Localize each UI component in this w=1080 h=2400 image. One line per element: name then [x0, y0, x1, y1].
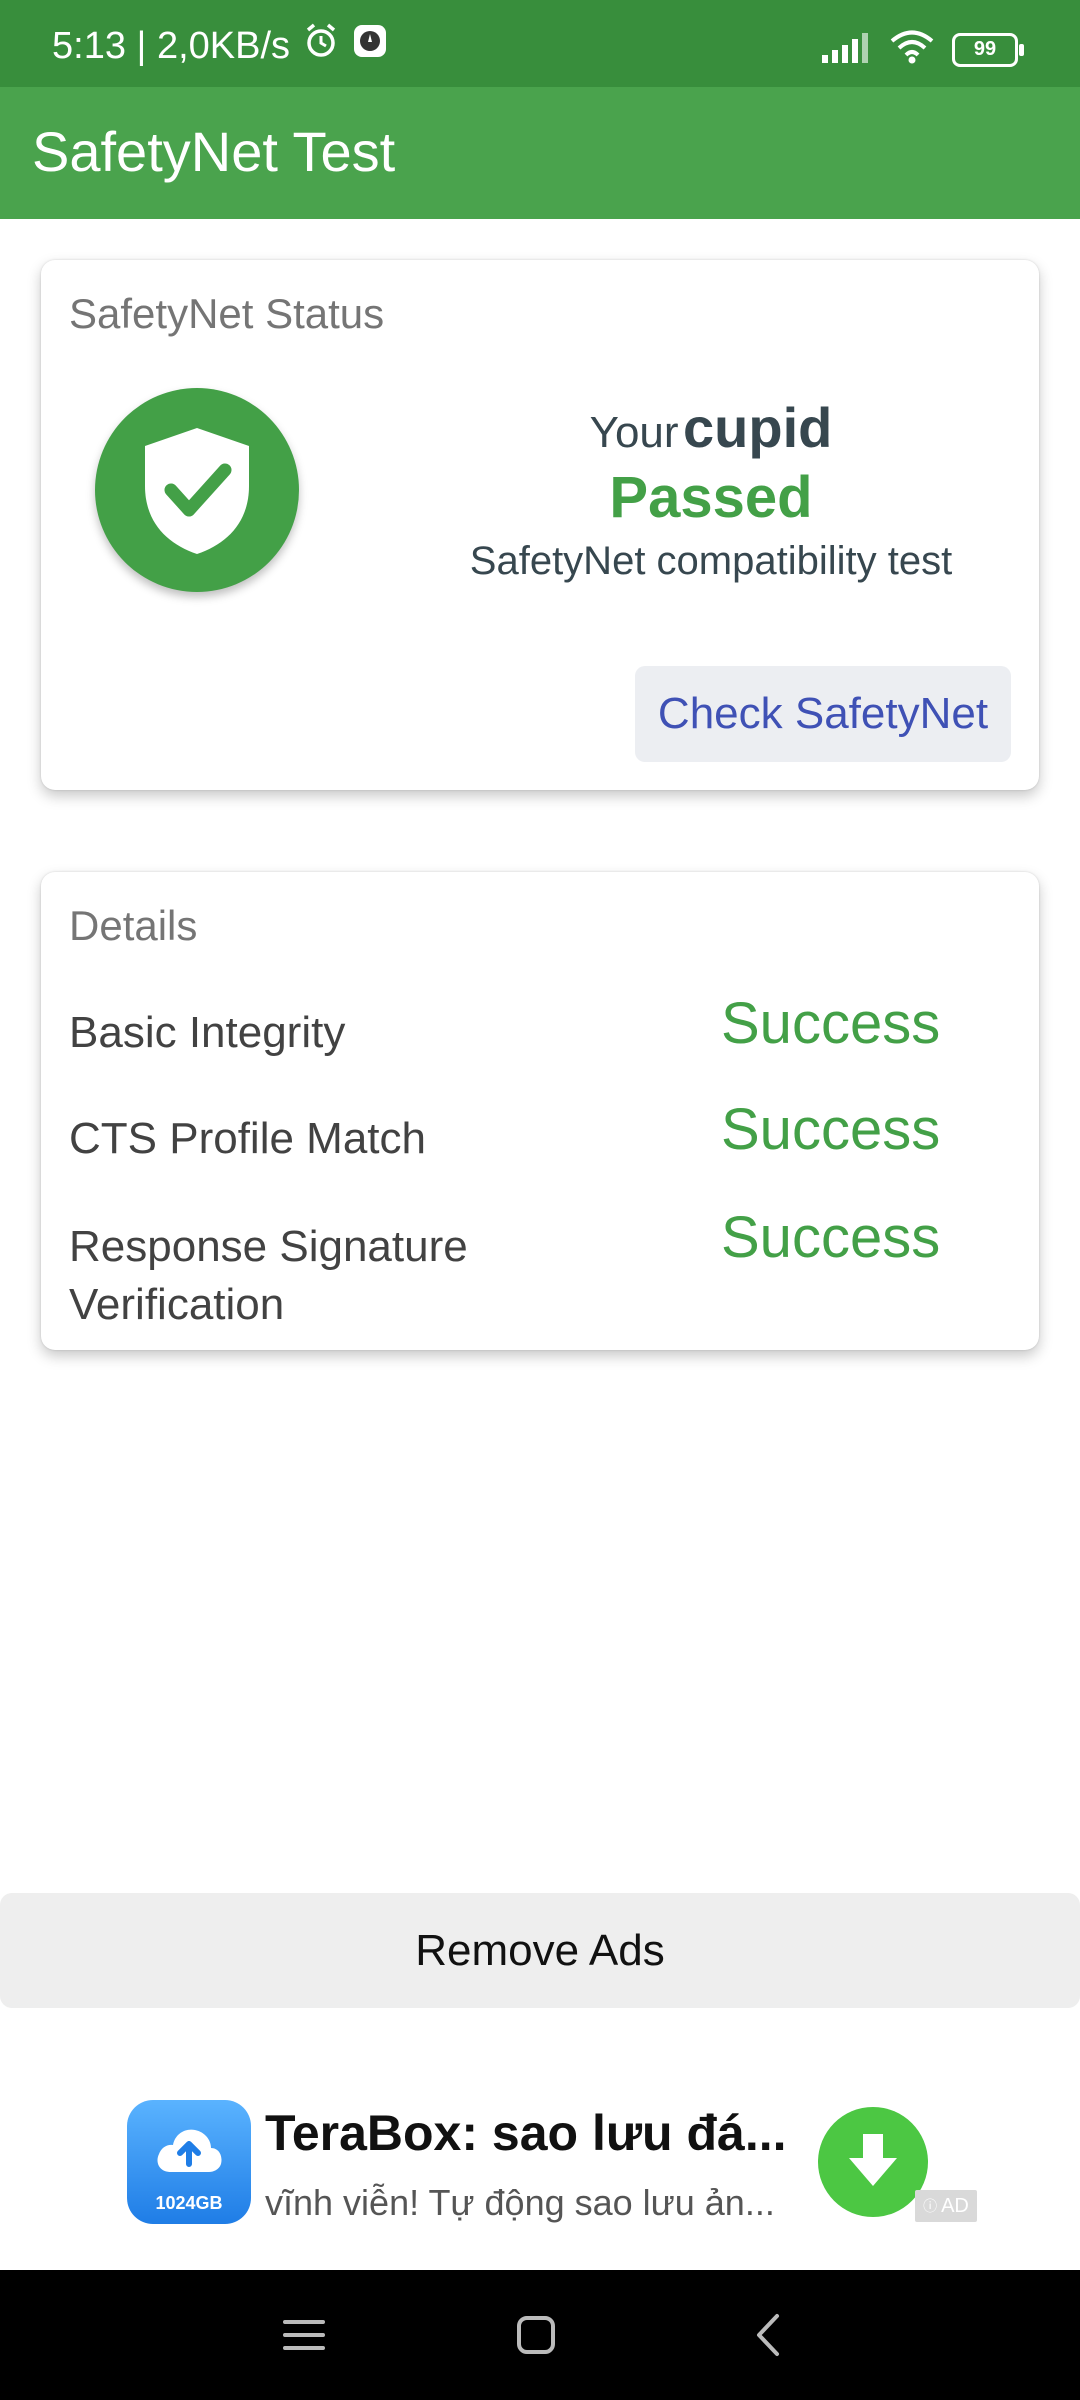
status-card-title: SafetyNet Status [69, 290, 385, 337]
status-right: 99 [820, 30, 1024, 69]
detail-label: Basic Integrity [69, 1008, 346, 1057]
wifi-icon [890, 30, 934, 69]
status-subtitle: SafetyNet compatibility test [469, 539, 953, 583]
terabox-app-icon[interactable]: 1024GB [127, 2100, 251, 2224]
ad-badge[interactable]: ⓘ AD [915, 2190, 977, 2222]
home-square-icon[interactable] [511, 2310, 561, 2360]
status-time: 5:13 | 2,0KB/s [52, 24, 291, 67]
check-safetynet-button[interactable]: Check SafetyNet [635, 666, 1011, 762]
back-icon[interactable] [745, 2310, 795, 2360]
ad-title[interactable]: TeraBox: sao lưu đá... [265, 2104, 787, 2162]
ad-badge-label: AD [941, 2194, 969, 2217]
download-icon[interactable] [818, 2107, 928, 2217]
menu-icon[interactable] [279, 2310, 329, 2360]
detail-value: Success [721, 1097, 941, 1162]
details-card-title: Details [69, 902, 198, 949]
status-left: 5:13 | 2,0KB/s [52, 22, 388, 70]
app-notification-icon [352, 23, 388, 69]
ad-subtitle[interactable]: vĩnh viễn! Tự động sao lưu ản... [265, 2182, 775, 2224]
ad-icon-label: 1024GB [155, 2193, 223, 2213]
detail-value: Success [721, 991, 941, 1056]
battery-icon: 99 [952, 32, 1024, 67]
status-text: Your cupid Passed SafetyNet compatibilit… [351, 395, 1071, 584]
alarm-icon [302, 22, 340, 70]
signal-icon [820, 31, 872, 68]
shield-check-icon [95, 388, 299, 592]
app-bar: SafetyNet Test [0, 87, 1080, 219]
detail-value: Success [721, 1205, 941, 1270]
detail-label: Response Signature Verification [69, 1222, 468, 1329]
result-text: Passed [609, 465, 813, 530]
info-icon: ⓘ [923, 2198, 938, 2214]
remove-ads-button[interactable]: Remove Ads [0, 1893, 1080, 2008]
device-name: cupid [683, 396, 833, 459]
status-prefix: Your [589, 408, 679, 457]
detail-label: CTS Profile Match [69, 1114, 426, 1163]
app-title: SafetyNet Test [32, 120, 396, 183]
status-card: SafetyNet Status Your cupid Passed Safet… [41, 260, 1039, 790]
status-bar: 5:13 | 2,0KB/s 99 [0, 0, 1080, 87]
details-card: Details Basic Integrity Success CTS Prof… [41, 872, 1039, 1350]
navigation-bar [0, 2270, 1080, 2400]
